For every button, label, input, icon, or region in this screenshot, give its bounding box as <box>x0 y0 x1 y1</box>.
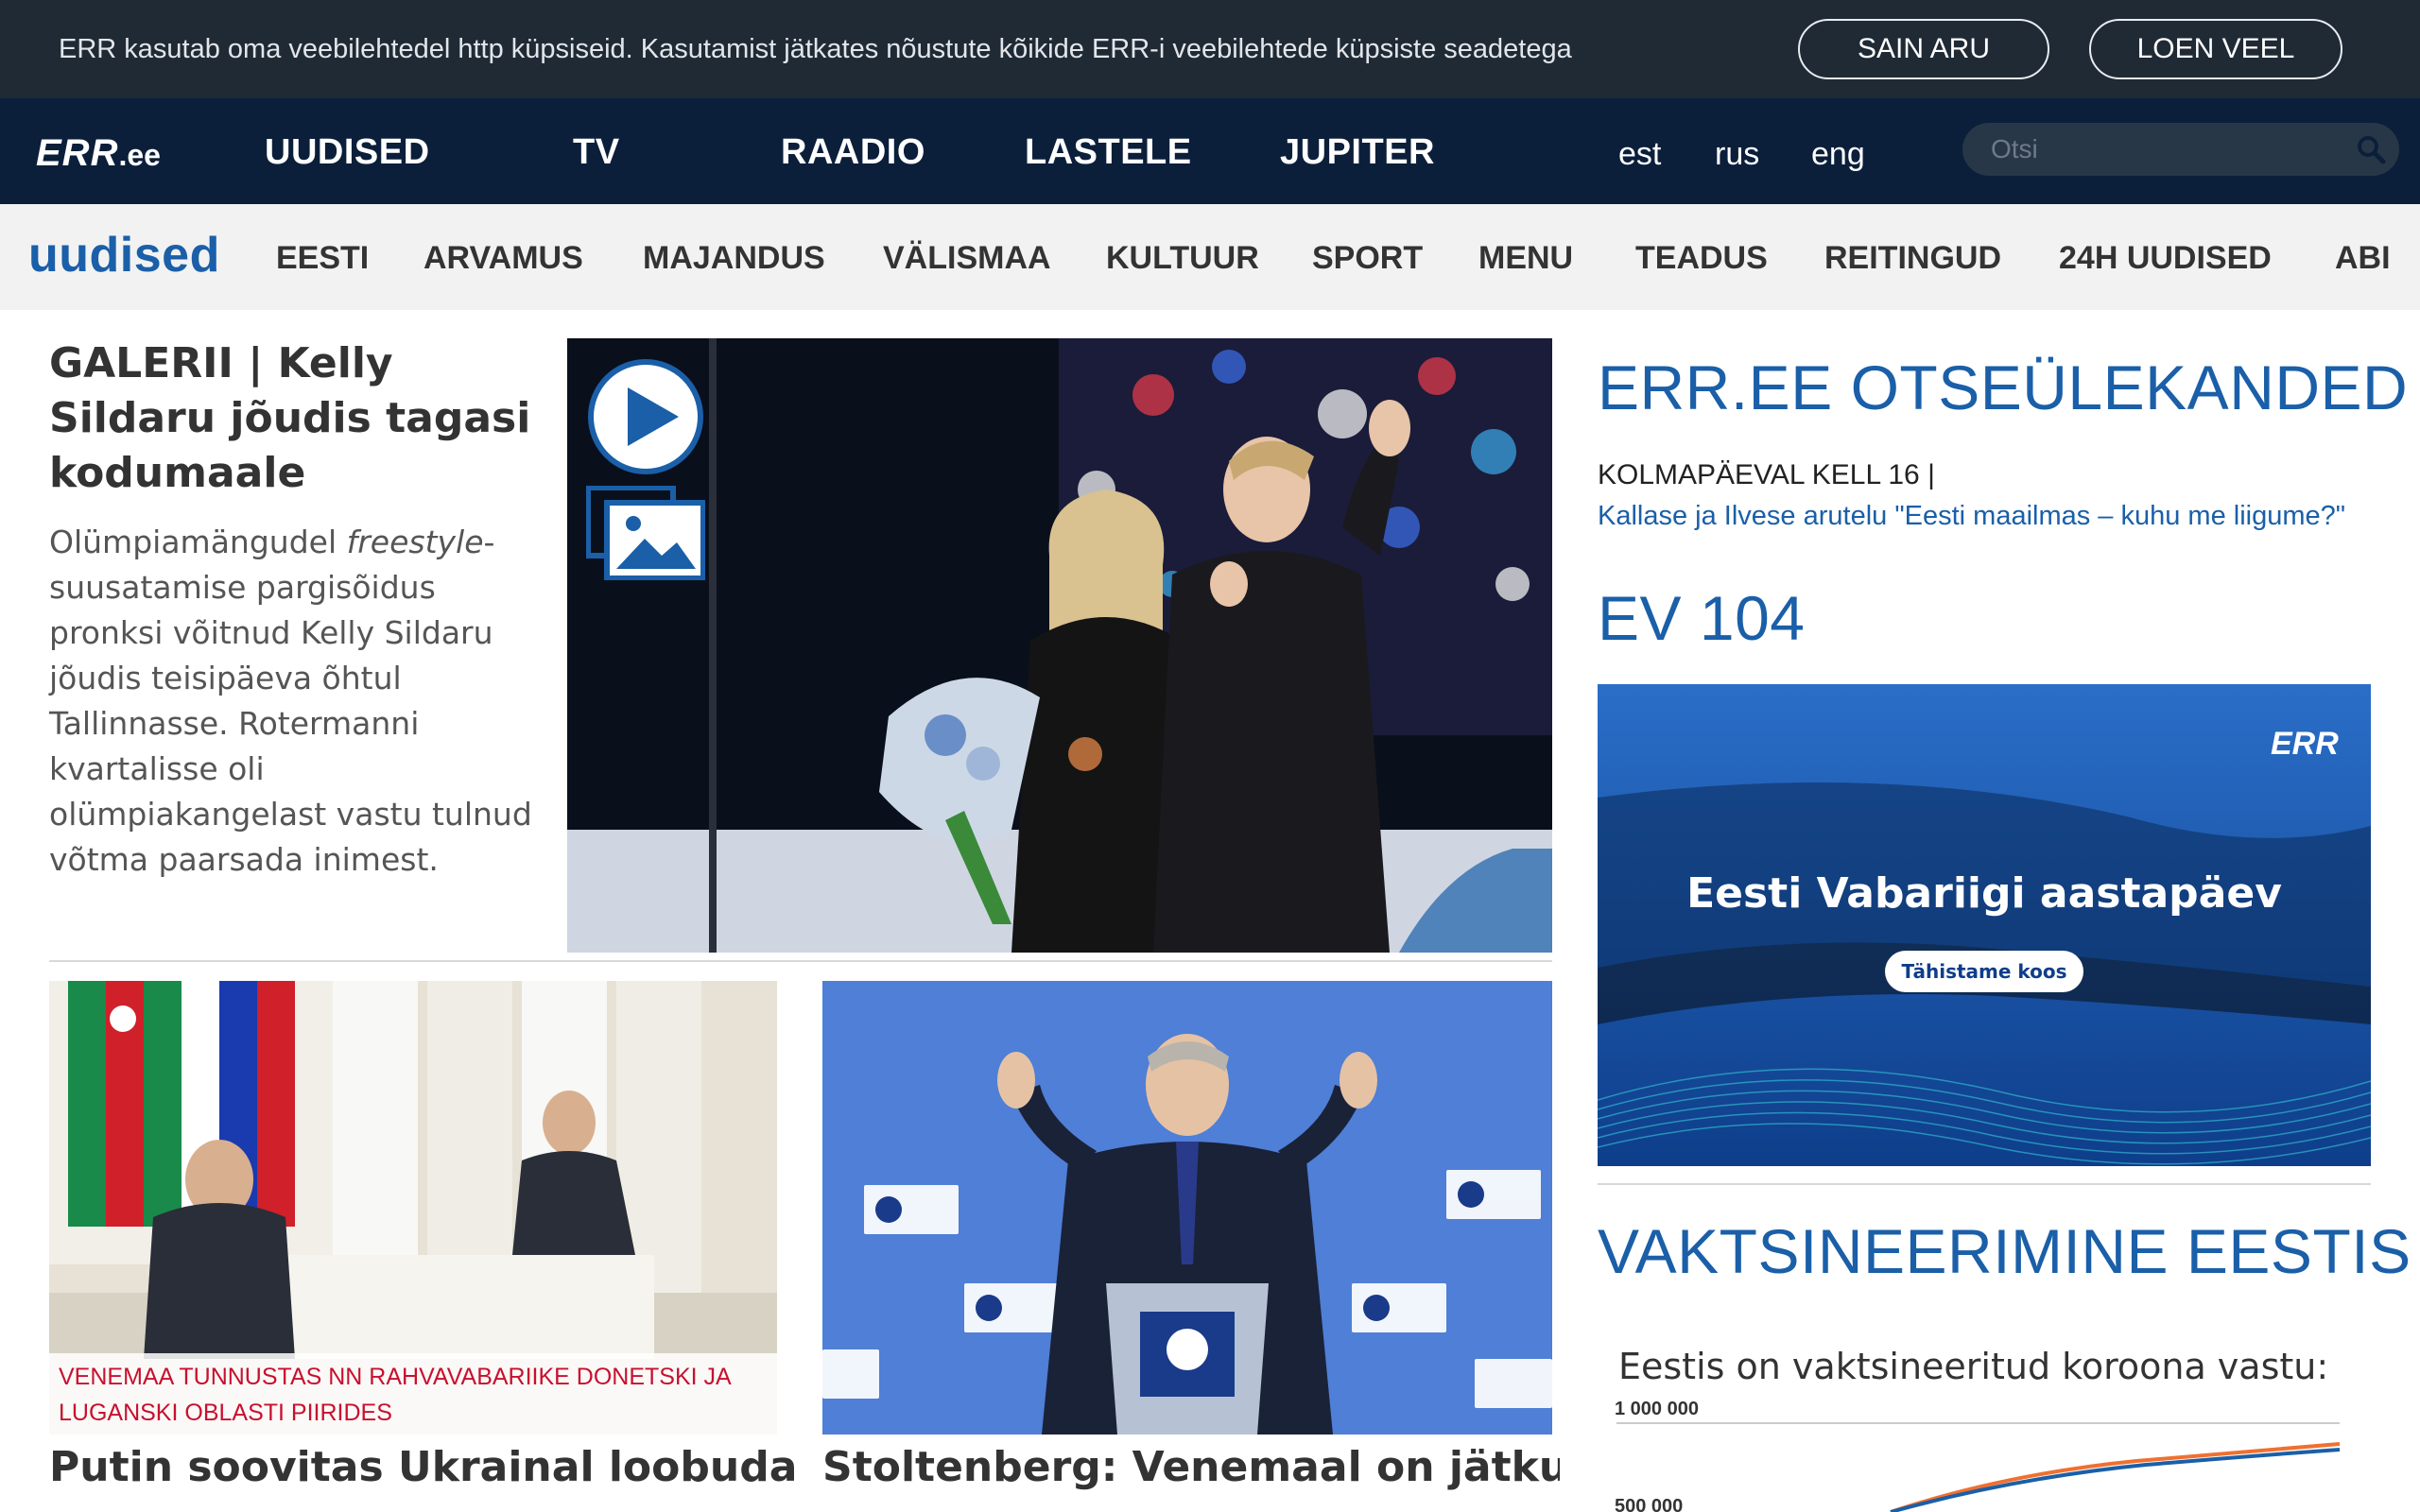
ev104-banner-graphic: ERR Eesti Vabariigi aastapäev Tähistame … <box>1598 684 2371 1166</box>
video-play-icon[interactable] <box>586 357 705 476</box>
lead-summary-pre: Olümpiamängudel <box>49 524 347 560</box>
section-brand[interactable]: uudised <box>28 227 220 284</box>
content-divider <box>49 960 1552 962</box>
ev-banner-logo: ERR <box>2271 726 2339 762</box>
section-item-sport[interactable]: SPORT <box>1312 240 1423 277</box>
article-2-photo-illustration <box>822 981 1552 1435</box>
live-broadcast-link[interactable]: Kallase ja Ilvese arutelu "Eesti maailma… <box>1598 501 2345 532</box>
nav-item-raadio[interactable]: RAADIO <box>781 132 925 173</box>
section-navigation: uudised EESTI ARVAMUS MAJANDUS VÄLISMAA … <box>0 204 2420 310</box>
vaccination-subtitle: Eestis on vaktsineeritud koroona vastu: <box>1618 1346 2329 1387</box>
ev-banner-button: Tähistame koos <box>1901 960 2066 983</box>
section-item-valismaa[interactable]: VÄLISMAA <box>883 240 1051 277</box>
lead-article-summary: Olümpiamängudel freestyle-suusatamise pa… <box>49 520 541 883</box>
section-item-arvamus[interactable]: ARVAMUS <box>424 240 583 277</box>
section-item-kultuur[interactable]: KULTUUR <box>1106 240 1259 277</box>
ev104-banner[interactable]: ERR Eesti Vabariigi aastapäev Tähistame … <box>1598 684 2371 1166</box>
search-box <box>1962 123 2399 176</box>
nav-item-tv[interactable]: TV <box>573 132 620 173</box>
search-input[interactable] <box>1991 132 2331 166</box>
lead-summary-post: -suusatamise pargisõidus pronksi võitnud… <box>49 524 532 878</box>
cookie-text: ERR kasutab oma veebilehtedel http küpsi… <box>59 34 1572 64</box>
live-broadcasts-heading[interactable]: ERR.EE OTSEÜLEKANDED <box>1598 352 2408 423</box>
gallery-icon[interactable] <box>586 486 705 580</box>
search-icon[interactable] <box>2356 134 2386 164</box>
ev104-heading[interactable]: EV 104 <box>1598 582 1806 654</box>
section-item-eesti[interactable]: EESTI <box>276 240 369 277</box>
lead-summary-emphasis: freestyle <box>346 524 484 560</box>
section-item-majandus[interactable]: MAJANDUS <box>643 240 825 277</box>
cookie-agree-button[interactable]: SAIN ARU <box>1798 19 2049 79</box>
lang-est[interactable]: est <box>1618 136 1661 173</box>
lead-article-title[interactable]: GALERII | Kelly Sildaru jõudis tagasi ko… <box>49 336 541 501</box>
article-1-title[interactable]: Putin soovitas Ukrainal loobuda NATO-sse… <box>49 1440 796 1495</box>
err-logo[interactable]: ERR.ee <box>36 132 161 175</box>
article-1-tag: VENEMAA TUNNUSTAS NN RAHVAVABARIIKE DONE… <box>49 1353 777 1435</box>
nav-item-lastele[interactable]: LASTELE <box>1025 132 1192 173</box>
vaccination-chart: 500 000 <box>1615 1422 2341 1512</box>
logo-ee-text: .ee <box>118 138 161 172</box>
vaccination-tick-second: 500 000 <box>1615 1496 1683 1512</box>
lead-article-image[interactable] <box>567 338 1552 953</box>
section-item-reitingud[interactable]: REITINGUD <box>1824 240 2001 277</box>
lang-rus[interactable]: rus <box>1715 136 1759 173</box>
lead-photo-illustration <box>567 338 1552 953</box>
cookie-read-more-button[interactable]: LOEN VEEL <box>2089 19 2342 79</box>
section-item-abi[interactable]: ABI <box>2335 240 2391 277</box>
logo-err-text: ERR <box>36 132 119 174</box>
section-item-teadus[interactable]: TEADUS <box>1635 240 1768 277</box>
section-item-24h-uudised[interactable]: 24H UUDISED <box>2059 240 2272 277</box>
sidebar-divider <box>1598 1183 2371 1185</box>
nav-item-uudised[interactable]: UUDISED <box>265 132 430 173</box>
lang-eng[interactable]: eng <box>1811 136 1865 173</box>
vaccination-heading[interactable]: VAKTSINEERIMINE EESTIS <box>1598 1215 2411 1287</box>
nav-item-jupiter[interactable]: JUPITER <box>1280 132 1435 173</box>
article-2-image[interactable] <box>822 981 1552 1435</box>
top-navigation: ERR.ee UUDISED TV RAADIO LASTELE JUPITER… <box>0 98 2420 204</box>
ev-banner-title: Eesti Vabariigi aastapäev <box>1686 869 2282 918</box>
cookie-bar: ERR kasutab oma veebilehtedel http küpsi… <box>0 0 2420 98</box>
section-item-menu[interactable]: MENU <box>1478 240 1573 277</box>
article-2-title[interactable]: Stoltenberg: Venemaal on jätkuvalt plaan… <box>822 1440 1560 1495</box>
live-broadcast-time: KOLMAPÄEVAL KELL 16 | <box>1598 459 1935 490</box>
